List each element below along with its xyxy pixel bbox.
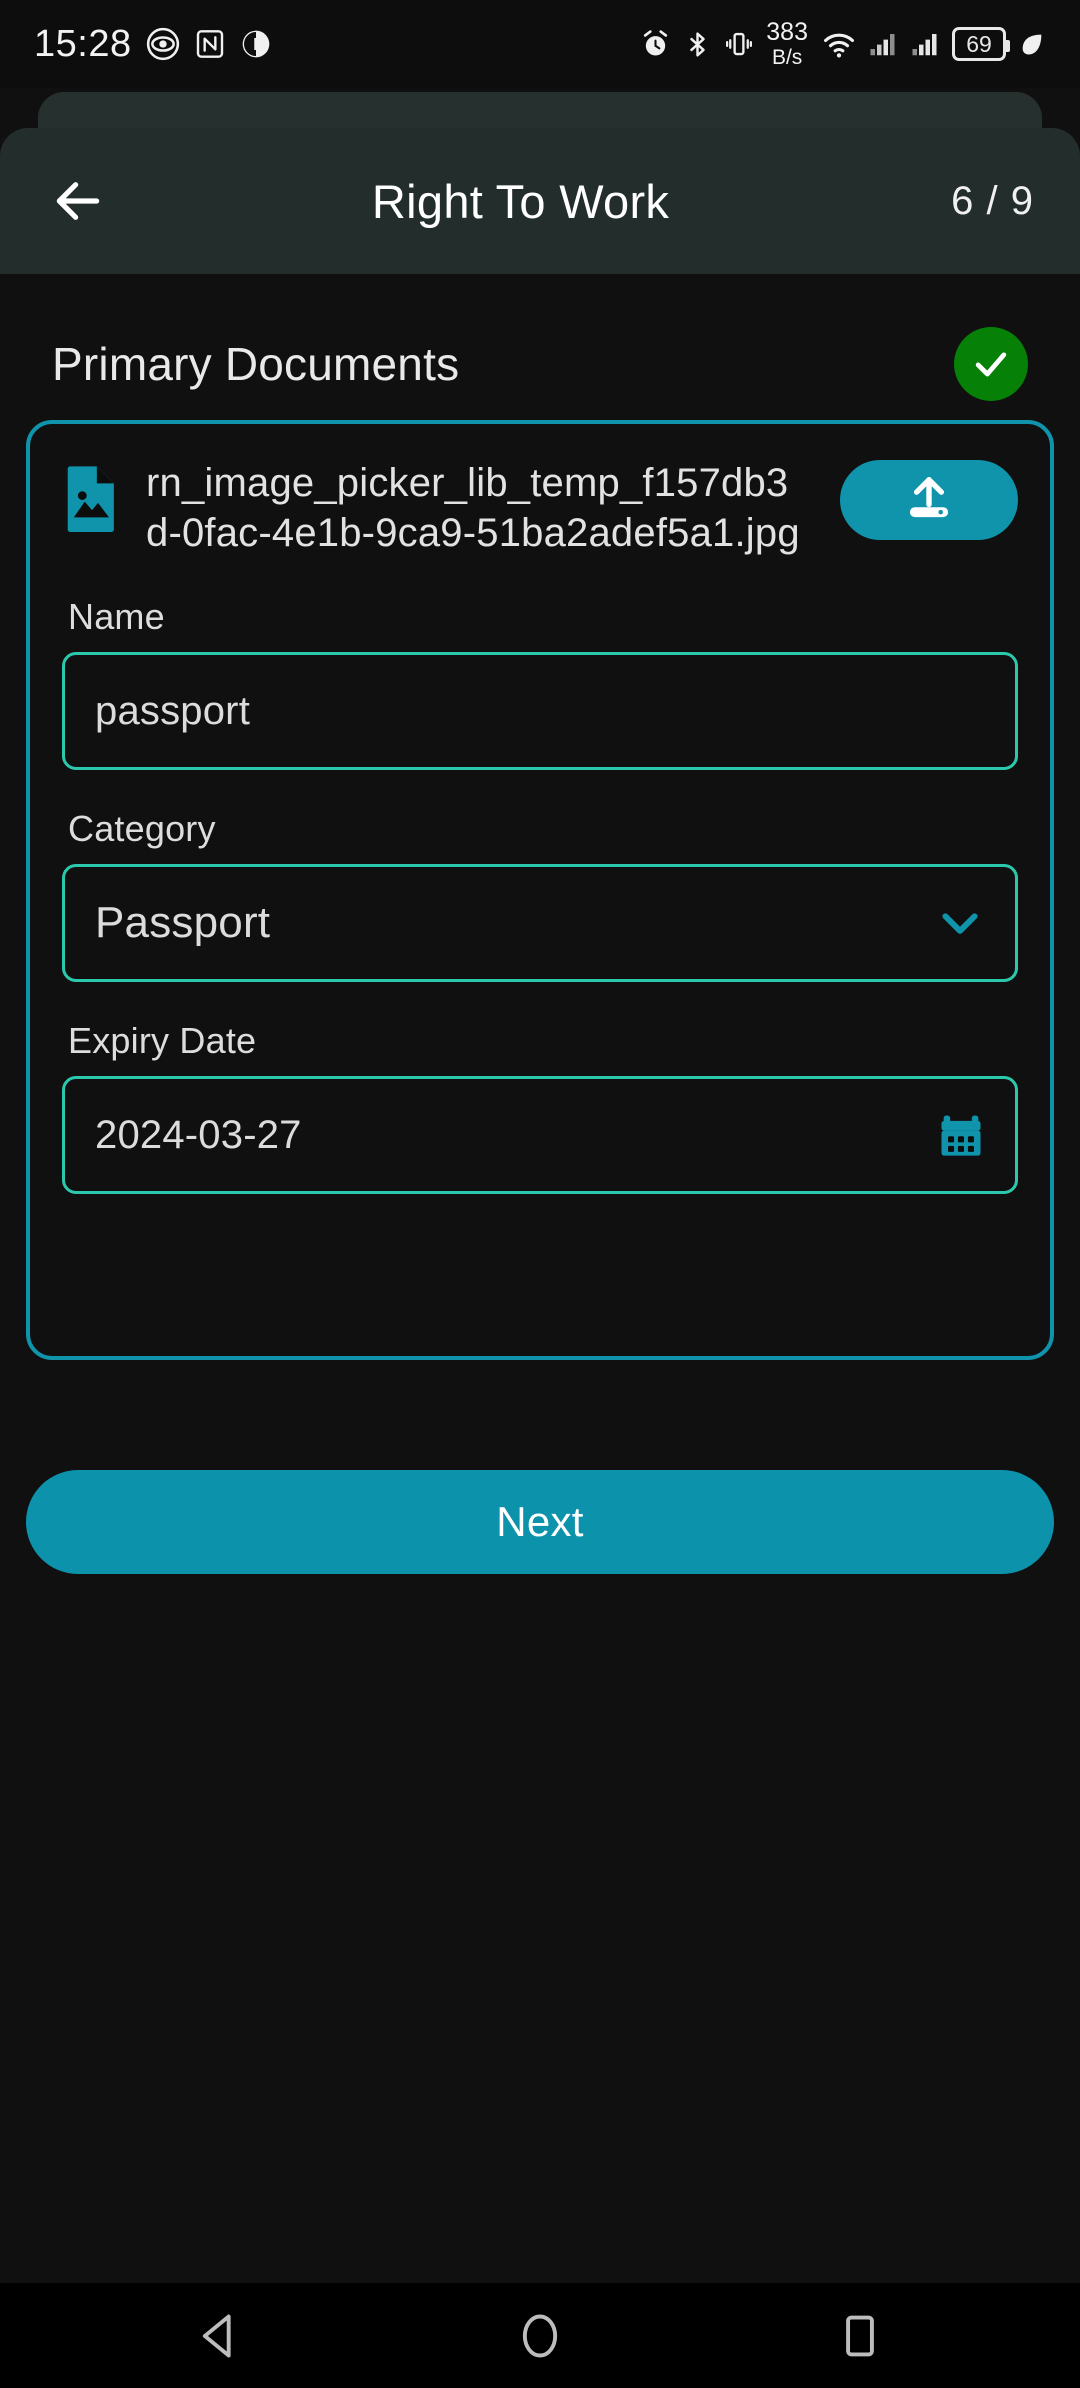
chevron-down-icon: [942, 913, 978, 934]
category-field-label: Category: [68, 808, 216, 849]
battery-percent: 69: [966, 30, 992, 57]
nav-recents-button[interactable]: [805, 2283, 915, 2388]
nav-home-button[interactable]: [485, 2283, 595, 2388]
bluetooth-icon: [690, 31, 706, 57]
network-speed-value: 383: [766, 18, 808, 46]
status-bar-clock: 15:28: [34, 23, 132, 65]
section-header: Primary Documents: [52, 326, 1028, 402]
calendar-icon: [941, 1115, 981, 1156]
upload-button[interactable]: [840, 460, 1018, 540]
home-circle-icon: [522, 2314, 558, 2357]
wifi-icon: [823, 33, 855, 58]
expiry-date-field-label: Expiry Date: [68, 1020, 257, 1061]
network-speed-indicator: 383 B/s: [766, 18, 808, 69]
upload-icon: [909, 477, 949, 518]
signal-bars-2-icon: [912, 34, 937, 56]
name-input-value: passport: [95, 688, 251, 733]
category-dropdown-toggle[interactable]: [933, 896, 987, 950]
section-title: Primary Documents: [52, 338, 460, 390]
battery-indicator: 69: [952, 27, 1010, 61]
app-bar: Right To Work 6 / 9: [0, 128, 1080, 274]
file-name: rn_image_picker_lib_temp_f157db3d-0fac-4…: [146, 461, 800, 555]
network-speed-unit: B/s: [771, 46, 803, 69]
phone-screen: 15:28 383 B/s 69 Right To Work 6 / 9 Pri…: [0, 0, 1080, 2388]
name-input[interactable]: passport: [62, 652, 1018, 770]
image-file-icon: [62, 464, 122, 537]
status-bar: 15:28 383 B/s 69: [0, 0, 1080, 88]
step-progress: 6 / 9: [951, 178, 1034, 223]
next-button-label: Next: [496, 1498, 584, 1545]
status-badge: [954, 327, 1028, 401]
date-picker-button[interactable]: [935, 1109, 987, 1161]
nfc-icon: [196, 30, 223, 58]
eye-icon: [146, 27, 179, 61]
recents-square-icon: [846, 2315, 874, 2356]
eco-leaf-icon: [1022, 34, 1042, 55]
back-triangle-icon: [202, 2314, 231, 2357]
category-select-value: Passport: [95, 898, 271, 947]
nav-back-button[interactable]: [165, 2283, 275, 2388]
next-button[interactable]: Next: [26, 1470, 1054, 1574]
status-bar-right: 383 B/s 69: [640, 20, 1046, 68]
document-card: rn_image_picker_lib_temp_f157db3d-0fac-4…: [26, 420, 1054, 1360]
dnd-pause-icon: [242, 30, 269, 58]
name-field-label: Name: [68, 596, 165, 637]
file-row: rn_image_picker_lib_temp_f157db3d-0fac-4…: [62, 458, 1018, 558]
category-select[interactable]: Passport: [62, 864, 1018, 982]
status-bar-left: 15:28: [34, 25, 272, 63]
check-icon: [975, 352, 1007, 377]
expiry-date-value: 2024-03-27: [95, 1112, 302, 1157]
android-nav-bar: [0, 2283, 1080, 2388]
signal-bars-icon: [870, 34, 895, 56]
alarm-icon: [644, 29, 668, 55]
page-title: Right To Work: [371, 174, 670, 228]
vibrate-icon: [726, 32, 753, 56]
expiry-date-input[interactable]: 2024-03-27: [62, 1076, 1018, 1194]
